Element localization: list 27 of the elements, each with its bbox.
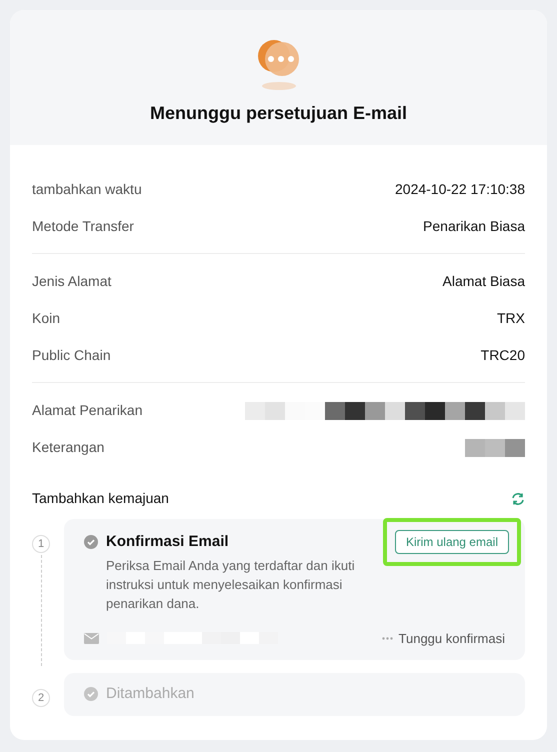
step-description: Periksa Email Anda yang terdaftar dan ikuti instruksi untuk menyelesaikan konfirmasi penarikan dana.: [106, 556, 356, 612]
field-label: Metode Transfer: [32, 217, 134, 236]
step-title: Konfirmasi Email: [106, 532, 229, 552]
status-text: Tunggu konfirmasi: [398, 630, 505, 648]
field-value: 2024-10-22 17:10:38: [395, 180, 525, 199]
step-number: 2: [32, 689, 50, 707]
field-label: Keterangan: [32, 438, 104, 457]
field-label: Public Chain: [32, 346, 111, 365]
resend-email-button[interactable]: Kirim ulang email: [394, 530, 509, 554]
field-value: Alamat Biasa: [442, 272, 525, 291]
field-label: Alamat Penarikan: [32, 401, 143, 420]
step-title: Ditambahkan: [106, 684, 194, 704]
dots-icon: [382, 636, 393, 640]
mail-icon: [84, 632, 99, 644]
page-title: Menunggu persetujuan E-mail: [150, 102, 408, 125]
redacted-value: [465, 438, 525, 456]
section-title: Tambahkan kemajuan: [32, 489, 169, 508]
field-label: Koin: [32, 309, 60, 328]
field-label: Jenis Alamat: [32, 272, 112, 291]
check-circle-icon: [84, 687, 98, 702]
step-number: 1: [32, 535, 50, 553]
refresh-icon[interactable]: [511, 492, 525, 506]
field-value: Penarikan Biasa: [423, 217, 525, 236]
field-value: TRX: [497, 309, 525, 328]
check-circle-icon: [84, 535, 98, 550]
field-label: tambahkan waktu: [32, 180, 142, 199]
field-value: TRC20: [480, 346, 525, 365]
